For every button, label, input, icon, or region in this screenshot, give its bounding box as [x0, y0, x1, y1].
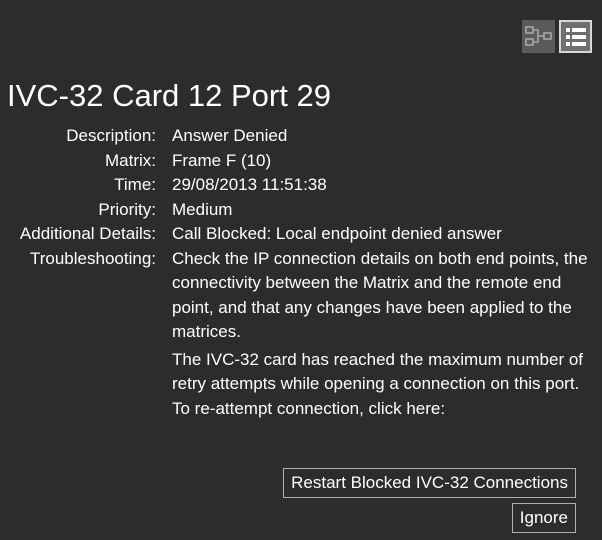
troubleshooting-paragraph: The IVC-32 card has reached the maximum …	[172, 349, 584, 418]
view-toggle	[522, 20, 592, 53]
time-label: Time:	[114, 175, 156, 194]
list-view-button[interactable]	[559, 20, 592, 53]
priority-value: Medium	[172, 199, 233, 219]
list-view-icon	[565, 27, 586, 46]
matrix-label: Matrix:	[105, 150, 156, 170]
troubleshooting-label: Troubleshooting:	[29, 248, 156, 268]
alarm-details: Description: Answer Denied Matrix: Frame…	[0, 124, 592, 424]
network-view-button[interactable]	[522, 20, 555, 53]
troubleshooting-row: Troubleshooting: Check the IP connection…	[0, 247, 592, 425]
description-row: Description: Answer Denied	[0, 124, 592, 149]
alarm-title: IVC-32 Card 12 Port 29	[7, 78, 331, 113]
restart-blocked-connections-button[interactable]: Restart Blocked IVC-32 Connections	[283, 468, 576, 498]
network-topology-icon	[525, 26, 552, 46]
priority-label: Priority:	[98, 199, 156, 219]
matrix-value: Frame F (10)	[172, 150, 272, 170]
description-value: Answer Denied	[172, 126, 288, 145]
time-value: 29/08/2013 11:51:38	[172, 175, 327, 194]
troubleshooting-paragraph: Check the IP connection details on both …	[172, 248, 588, 342]
priority-row: Priority: Medium	[0, 198, 592, 223]
additional-details-label: Additional Details:	[19, 224, 156, 243]
action-buttons: Restart Blocked IVC-32 Connections Ignor…	[283, 468, 576, 533]
ignore-button[interactable]: Ignore	[511, 503, 576, 533]
troubleshooting-text: Check the IP connection details on both …	[172, 247, 592, 425]
description-label: Description:	[66, 126, 156, 145]
time-row: Time: 29/08/2013 11:51:38	[0, 173, 592, 198]
additional-details-row: Additional Details: Call Blocked: Local …	[0, 222, 592, 247]
matrix-row: Matrix: Frame F (10)	[0, 149, 592, 174]
additional-details-value: Call Blocked: Local endpoint denied answ…	[172, 224, 502, 243]
